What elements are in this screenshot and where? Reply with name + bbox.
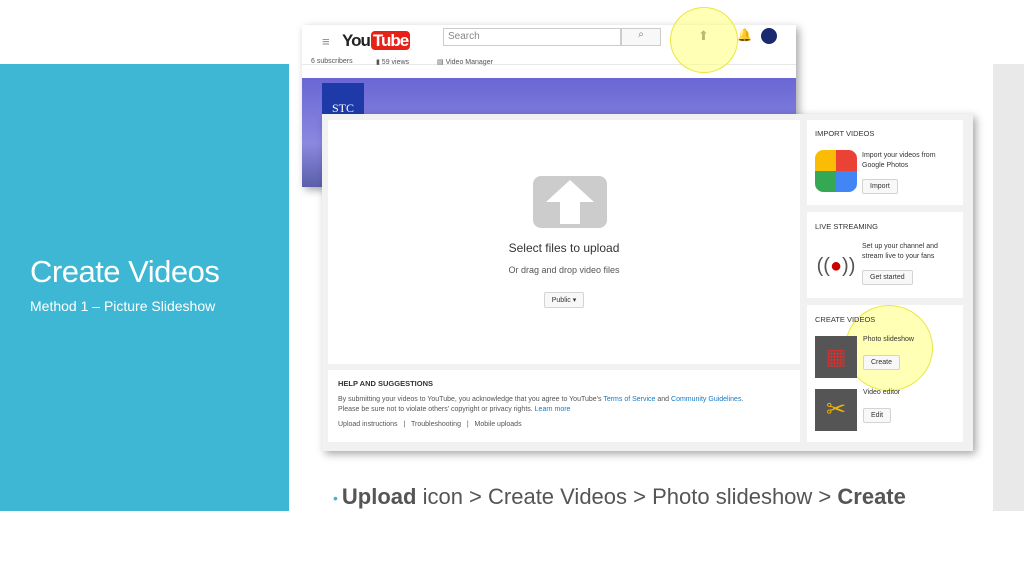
- import-heading: IMPORT VIDEOS: [815, 129, 875, 138]
- caption-upload: Upload: [341, 484, 417, 509]
- bell-icon[interactable]: 🔔: [737, 28, 752, 42]
- menu-icon[interactable]: ≡: [322, 34, 330, 49]
- mobile-uploads-link[interactable]: Mobile uploads: [474, 421, 521, 428]
- import-text: Import your videos from Google Photos: [862, 152, 936, 169]
- instruction-caption: • Upload icon > Create Videos > Photo sli…: [333, 484, 906, 510]
- upload-page-screenshot: Select files to upload Or drag and drop …: [322, 114, 973, 451]
- google-photos-icon: [815, 150, 857, 192]
- upload-icon[interactable]: ⬆: [698, 28, 709, 44]
- troubleshooting-link[interactable]: Troubleshooting: [411, 421, 461, 428]
- views-count: ▮ 59 views: [376, 59, 410, 66]
- caption-create: Create: [837, 484, 906, 509]
- avatar[interactable]: [761, 28, 777, 44]
- search-button[interactable]: ⌕: [621, 28, 661, 46]
- create-slideshow-button[interactable]: Create: [863, 355, 901, 370]
- drag-drop-label: Or drag and drop video files: [508, 265, 620, 275]
- side-strip: [993, 64, 1024, 511]
- caption-path: icon > Create Videos > Photo slideshow >: [416, 484, 838, 509]
- upload-dropzone[interactable]: Select files to upload Or drag and drop …: [328, 120, 800, 364]
- import-videos-card: IMPORT VIDEOS Import your videos from Go…: [807, 120, 963, 205]
- youtube-logo[interactable]: You Tube: [342, 31, 411, 51]
- upload-instructions-link[interactable]: Upload instructions: [338, 421, 398, 428]
- search-icon: ⌕: [638, 29, 644, 40]
- video-manager-label: Video Manager: [445, 59, 493, 66]
- guidelines-link[interactable]: Community Guidelines: [671, 396, 741, 403]
- help-text-2: Please be sure not to violate others' co…: [338, 406, 535, 413]
- help-text: By submitting your videos to YouTube, yo…: [338, 395, 743, 415]
- live-streaming-card: LIVE STREAMING ((●)) Set up your channel…: [807, 212, 963, 298]
- help-heading: HELP AND SUGGESTIONS: [338, 379, 434, 388]
- photo-slideshow-icon[interactable]: ▦: [815, 336, 857, 378]
- privacy-dropdown[interactable]: Public ▾: [543, 292, 585, 308]
- select-files-label[interactable]: Select files to upload: [328, 241, 800, 255]
- help-text-1: By submitting your videos to YouTube, yo…: [338, 396, 604, 403]
- views-label: 59 views: [381, 59, 410, 66]
- live-heading: LIVE STREAMING: [815, 222, 878, 231]
- slide-title: Create Videos: [30, 254, 220, 289]
- create-videos-card: CREATE VIDEOS ▦ Photo slideshow Create ✂…: [807, 305, 963, 442]
- photo-slideshow-label: Photo slideshow: [863, 336, 914, 343]
- search-input[interactable]: Search: [443, 28, 621, 46]
- terms-link[interactable]: Terms of Service: [603, 396, 655, 403]
- create-heading: CREATE VIDEOS: [815, 315, 876, 324]
- scissors-icon[interactable]: ✂: [815, 389, 857, 431]
- video-editor-label: Video editor: [863, 389, 901, 396]
- subscribers-count: 6 subscribers: [311, 58, 353, 65]
- help-card: HELP AND SUGGESTIONS By submitting your …: [328, 370, 800, 442]
- upload-arrow-icon[interactable]: [533, 176, 607, 228]
- live-text: Set up your channel and stream live to y…: [862, 243, 938, 260]
- slide-subtitle: Method 1 – Picture Slideshow: [30, 298, 216, 314]
- import-button[interactable]: Import: [862, 179, 898, 194]
- video-manager-link[interactable]: ▤ Video Manager: [437, 58, 493, 66]
- help-and: and: [655, 396, 672, 403]
- live-broadcast-icon: ((●)): [816, 255, 856, 277]
- help-period: .: [741, 396, 744, 403]
- edit-button[interactable]: Edit: [863, 408, 892, 423]
- help-links: Upload instructions | Troubleshooting | …: [338, 421, 522, 428]
- learn-more-link[interactable]: Learn more: [535, 406, 571, 413]
- get-started-button[interactable]: Get started: [862, 270, 913, 285]
- bullet-icon: •: [333, 490, 338, 507]
